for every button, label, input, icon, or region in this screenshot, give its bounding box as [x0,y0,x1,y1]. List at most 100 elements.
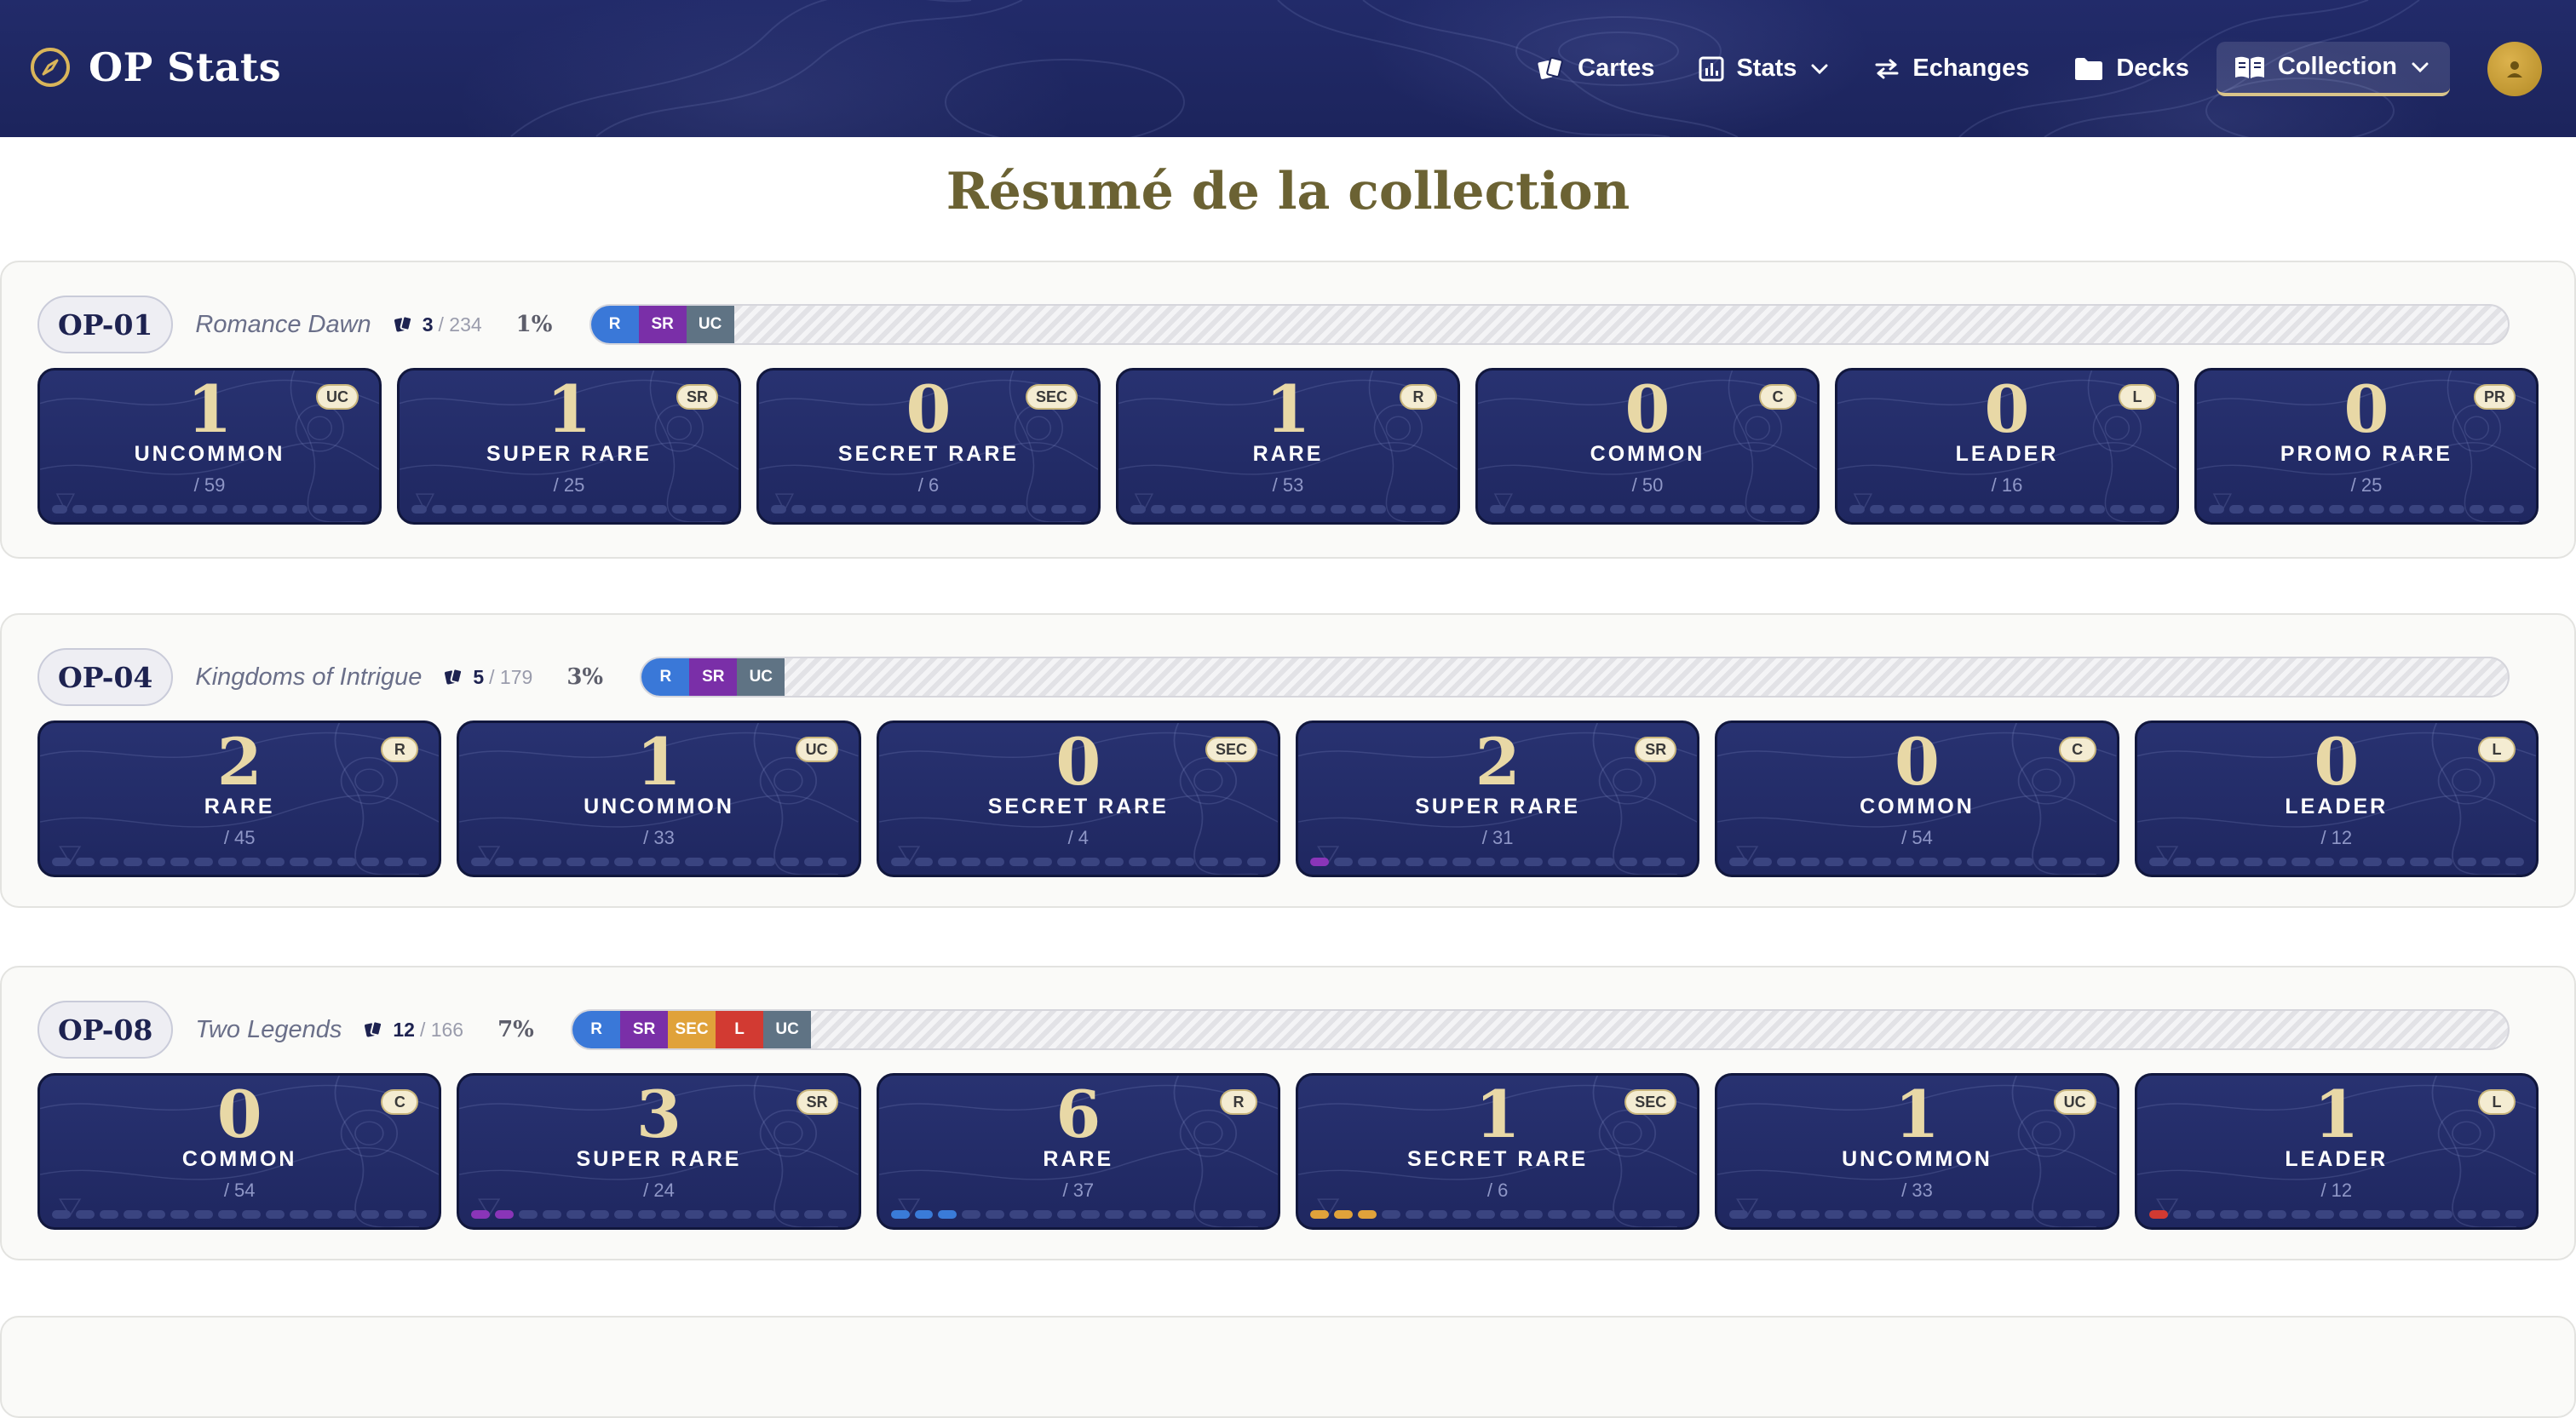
progress-pip [2410,1210,2429,1219]
rarity-card-uc[interactable]: 1 UNCOMMON / 59 UC [37,368,382,525]
progress-pip [1595,1210,1614,1219]
progress-pip [2458,858,2477,866]
rarity-label: COMMON [1590,442,1705,466]
progress-pip [2429,505,2444,514]
rarity-label: UNCOMMON [1842,1147,1992,1171]
progress-pip [637,1210,657,1219]
rarity-card-c[interactable]: 0 COMMON / 54 C [1715,720,2119,877]
rarity-total: / 31 [1481,827,1514,848]
rarity-card-uc[interactable]: 1 UNCOMMON / 33 UC [1715,1073,2119,1230]
progress-pip [1642,858,1662,866]
progress-pip [170,1210,190,1219]
progress-pip [172,505,187,514]
cards-icon [394,315,412,332]
progress-pip [2289,505,2304,514]
owned-card-count: 3 [636,1076,681,1152]
progress-pip [408,858,428,866]
nav-item-collection[interactable]: Collection [2216,41,2450,96]
progress-pip [1919,1210,1939,1219]
progress-pip [1429,858,1448,866]
progress-pip [551,505,566,514]
set-code-badge[interactable]: OP-04 [37,648,174,706]
nav-item-echanges[interactable]: Echanges [1851,43,2051,95]
progress-pip [1310,505,1325,514]
progress-pip [2268,1210,2286,1219]
progress-pip [292,505,308,514]
rarity-card-sr[interactable]: 2 SUPER RARE / 31 SR [1295,720,1700,877]
brand[interactable]: OP Stats [29,44,281,90]
rarity-card-l[interactable]: 0 LEADER / 12 L [2134,720,2539,877]
rarity-label: LEADER [2285,795,2389,818]
cards-icon [445,668,463,685]
rarity-card-c[interactable]: 0 COMMON / 54 C [37,1073,442,1230]
owned-card-count: 6 [1055,1076,1101,1152]
progress-pip [871,505,886,514]
rarity-card-pr[interactable]: 0 PROMO RARE / 25 PR [2194,368,2539,525]
owned-card-count: 0 [906,371,952,447]
progress-pip [1524,858,1543,866]
progress-pip [2050,505,2065,514]
progress-pip [671,505,687,514]
owned-count: 3 / 234 [394,313,482,336]
rarity-card-l[interactable]: 0 LEADER / 16 L [1835,368,2179,525]
page-title: Résumé de la collection [946,162,1630,221]
rarity-card-uc[interactable]: 1 UNCOMMON / 33 UC [457,720,861,877]
nav-label-collection: Collection [2277,53,2397,80]
progress-pip [1230,505,1245,514]
rarity-card-sec[interactable]: 1 SECRET RARE / 6 SEC [1295,1073,1700,1230]
cards-icon [365,1020,383,1037]
nav-item-stats[interactable]: Stats [1676,43,1851,95]
progress-pip [2196,858,2216,866]
progress-pip [1666,858,1686,866]
progress-pip [612,505,627,514]
set-code-badge[interactable]: OP-01 [37,296,174,353]
progress-segment-sec: SEC [668,1011,716,1048]
owned-card-count: 0 [1895,724,1940,800]
user-avatar[interactable] [2487,41,2542,96]
swap-arrows-icon [1875,59,1899,78]
nav-menu: Cartes Stats Echanges Decks Collection [1515,0,2576,137]
progress-pip [2061,858,2081,866]
progress-pip [99,1210,118,1219]
rarity-card-r[interactable]: 6 RARE / 37 R [876,1073,1280,1230]
progress-pip [2244,1210,2263,1219]
progress-pip [1476,858,1496,866]
progress-pip [1291,505,1306,514]
owned-count: 12 / 166 [364,1019,463,1042]
progress-pip [2291,1210,2310,1219]
set-code-badge[interactable]: OP-08 [37,1001,174,1059]
set-name: Romance Dawn [195,310,371,338]
progress-pip [1770,505,1785,514]
rarity-card-sr[interactable]: 3 SUPER RARE / 24 SR [457,1073,861,1230]
progress-pip [352,505,367,514]
rarity-card-r[interactable]: 1 RARE / 53 R [1116,368,1460,525]
nav-item-decks[interactable]: Decks [2051,43,2211,95]
rarity-total: / 45 [223,827,256,848]
rarity-cards: 2 RARE / 45 R 1 UNCOMMON / 33 UC 0 SECRE… [37,720,2539,877]
owned-card-count: 1 [1895,1076,1940,1152]
progress-pip [212,505,227,514]
rarity-card-l[interactable]: 1 LEADER / 12 L [2134,1073,2539,1230]
progress-pip [661,1210,681,1219]
progress-pip [1777,1210,1796,1219]
progress-pip [1128,1210,1147,1219]
rarity-card-c[interactable]: 0 COMMON / 50 C [1475,368,1820,525]
rarity-card-sr[interactable]: 1 SUPER RARE / 25 SR [397,368,741,525]
progress-pip [591,505,607,514]
progress-pip [1056,1210,1076,1219]
progress-pip [2209,505,2224,514]
nav-item-cartes[interactable]: Cartes [1515,43,1676,95]
completion-percent: 3% [566,664,604,690]
rarity-progress-pips [1309,1210,1686,1220]
rarity-card-sec[interactable]: 0 SECRET RARE / 6 SEC [756,368,1101,525]
rarity-badge: R [381,737,419,762]
rarity-progress-pips [471,858,847,868]
rarity-progress-pips [52,505,367,515]
rarity-card-r[interactable]: 2 RARE / 45 R [37,720,442,877]
nav-label-echanges: Echanges [1912,55,2030,82]
rarity-card-sec[interactable]: 0 SECRET RARE / 4 SEC [876,720,1280,877]
progress-pip [2268,858,2286,866]
progress-pip [1630,505,1645,514]
owned-number: 5 [473,665,485,688]
progress-pip [891,505,906,514]
